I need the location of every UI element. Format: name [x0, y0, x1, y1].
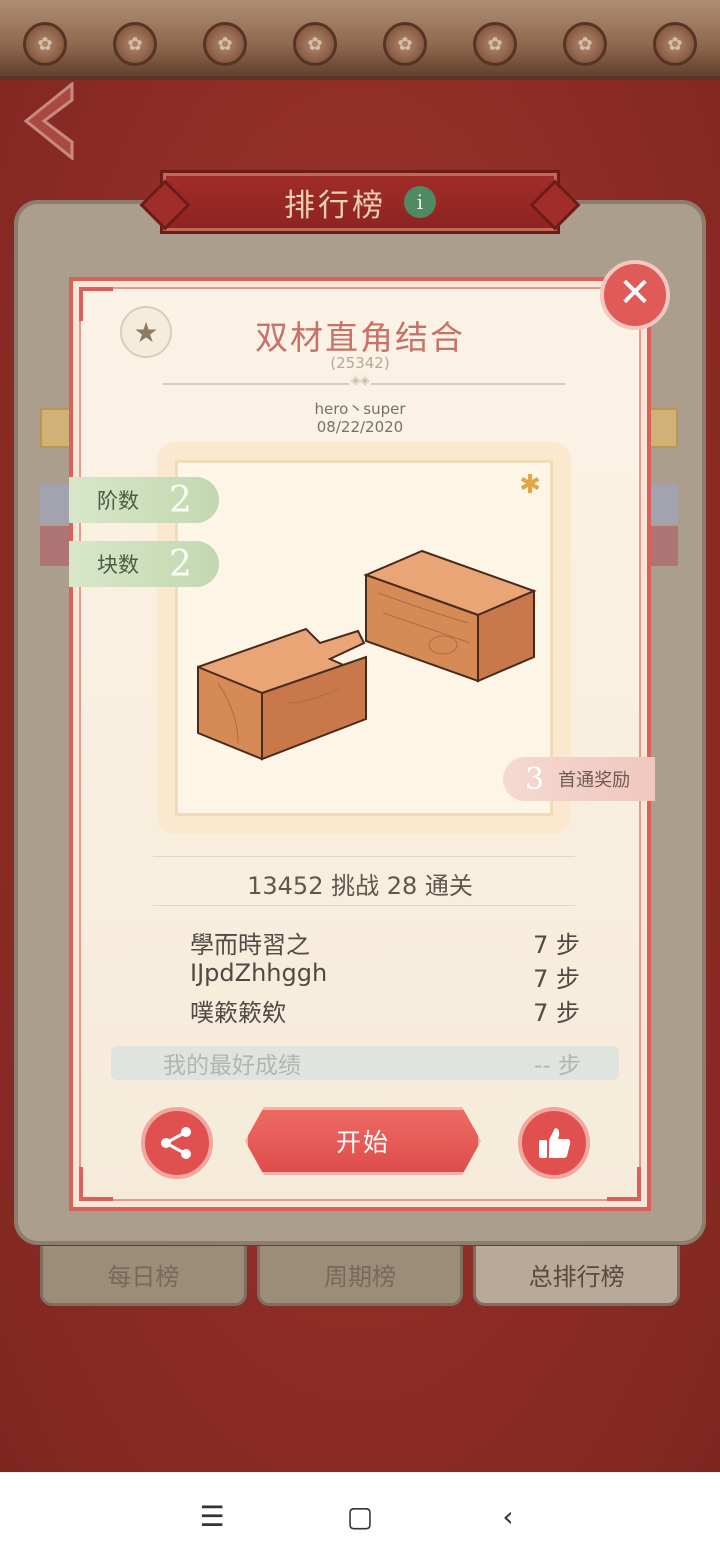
thumbs-up-icon	[539, 1128, 571, 1158]
wood-blocks-illustration: ✱	[197, 470, 541, 761]
info-icon[interactable]: i	[404, 186, 436, 218]
reward-value: 3	[525, 761, 545, 797]
leaderboard-entry: 噗簌簌欸 7 步	[190, 993, 580, 1027]
pieces-label: 块数	[97, 553, 139, 577]
player-name: IJpdZhhggh	[190, 959, 328, 987]
page-title-plaque: 排行榜 i	[160, 170, 560, 234]
title-divider	[163, 373, 565, 387]
svg-text:✱: ✱	[519, 470, 541, 500]
puzzle-id: (25342)	[330, 354, 390, 372]
app-screen: ✿ ✿ ✿ ✿ ✿ ✿ ✿ ✿ 排行榜 i 每日榜 周期榜 总排行榜 ★ 双材直…	[0, 0, 720, 1472]
divider	[153, 856, 575, 857]
like-button[interactable]	[518, 1107, 590, 1179]
puzzle-author: hero丶super	[314, 400, 406, 418]
reward-label: 首通奖励	[558, 770, 631, 791]
pieces-ribbon: 块数 2	[69, 541, 219, 587]
puzzle-preview: ✱	[175, 460, 553, 816]
my-best-record: 我的最好成绩 -- 步	[111, 1046, 619, 1080]
share-icon	[161, 1127, 191, 1159]
start-button[interactable]: 开始	[245, 1107, 481, 1175]
puzzle-detail-dialog: ★ 双材直角结合 (25342) hero丶super 08/22/2020	[69, 277, 655, 1211]
divider	[153, 905, 575, 906]
player-name: 噗簌簌欸	[190, 999, 286, 1027]
challenge-stats: 13452 挑战 28 通关	[247, 872, 473, 900]
level-label: 阶数	[97, 489, 139, 513]
first-clear-reward-tag: 3 首通奖励	[503, 757, 655, 801]
player-steps: 7 步	[533, 931, 580, 959]
level-value: 2	[169, 479, 192, 521]
menu-icon[interactable]: ☰	[197, 1500, 227, 1533]
page-title: 排行榜	[284, 187, 386, 224]
corner-ornament	[607, 1167, 641, 1201]
leaderboard-entry: IJpdZhhggh 7 步	[190, 959, 580, 993]
player-name: 學而時習之	[190, 931, 310, 959]
pieces-value: 2	[169, 543, 192, 585]
best-label: 我的最好成绩	[163, 1053, 301, 1079]
leaderboard-entry: 學而時習之 7 步	[190, 925, 580, 959]
share-button[interactable]	[141, 1107, 213, 1179]
puzzle-title: 双材直角结合	[255, 318, 465, 357]
back-icon[interactable]: ‹	[493, 1500, 523, 1533]
home-icon[interactable]: ▢	[345, 1500, 375, 1533]
system-nav-bar: ☰ ▢ ‹	[0, 1472, 720, 1560]
corner-ornament	[79, 1167, 113, 1201]
level-ribbon: 阶数 2	[69, 477, 219, 523]
best-value: -- 步	[534, 1053, 581, 1079]
player-steps: 7 步	[533, 965, 580, 993]
close-button[interactable]: ✕	[600, 260, 670, 330]
puzzle-date: 08/22/2020	[316, 418, 404, 436]
player-steps: 7 步	[533, 999, 580, 1027]
